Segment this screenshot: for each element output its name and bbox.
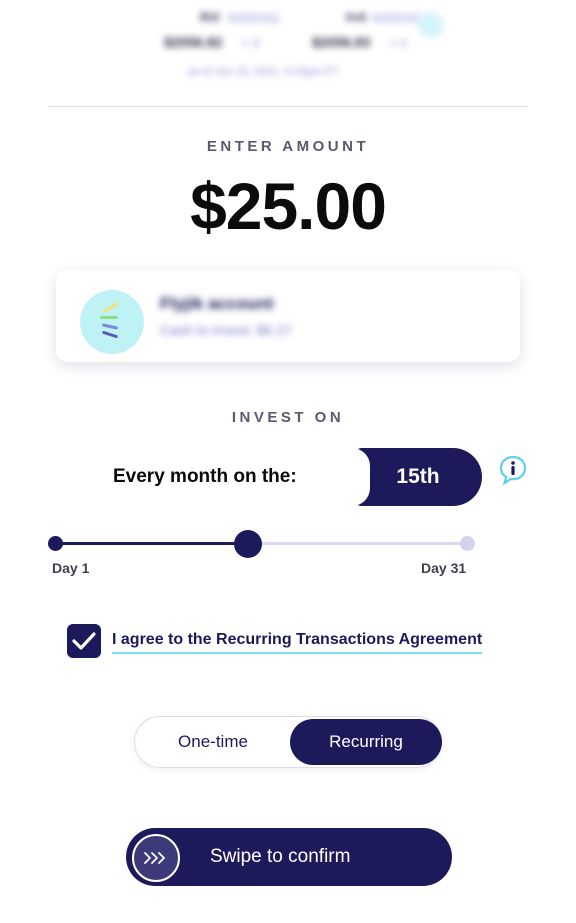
refresh-icon[interactable] [418,12,444,38]
slider-end-dot [460,536,475,551]
ask-exchange: NASDAQ [372,11,423,25]
swipe-to-confirm-label: Swipe to confirm [210,846,351,867]
ask-label: Ask [345,10,368,24]
swipe-handle[interactable] [132,834,180,882]
account-cash: Cash to invest: $6.27 [160,322,292,338]
bid-price: $2056.82 [164,34,223,50]
header-divider [48,106,528,107]
every-month-label: Every month on the: [113,466,297,487]
ask-price: $2056.83 [312,34,371,50]
account-icon [80,290,144,354]
slider-end-label: Day 31 [421,560,467,576]
slider-start-dot [48,536,63,551]
one-time-option[interactable]: One-time [135,717,291,767]
check-icon [72,632,96,650]
bid-label: Bid [200,10,220,24]
amount-value[interactable]: $25.00 [0,168,576,244]
recurring-option[interactable]: Recurring [290,719,442,765]
frequency-toggle: One-time Recurring [134,716,442,768]
day-slider-thumb[interactable] [234,530,263,558]
slider-start-label: Day 1 [52,560,90,576]
enter-amount-label: ENTER AMOUNT [206,138,370,155]
account-name: Flyjik account [160,294,274,313]
day-of-month-button[interactable]: 15th [352,448,482,506]
quote-timestamp: as of Jun 15, 2021, 4:15pm PT [188,66,339,78]
day-slider-fill [56,542,249,545]
chevrons-right-icon [144,852,165,864]
agreement-link[interactable]: I agree to the Recurring Transactions Ag… [112,631,483,654]
agreement-checkbox[interactable] [67,624,101,658]
quote-header: Bid NASDAQ $2056.82 × 3 Ask NASDAQ $2056… [150,8,450,88]
bid-exchange: NASDAQ [228,11,279,25]
day-of-month-value: 15th [396,465,440,488]
bid-size: × 3 [242,36,260,50]
invest-on-label: INVEST ON [231,409,345,426]
ask-size: × 2 [390,36,408,50]
info-icon[interactable] [498,454,528,486]
